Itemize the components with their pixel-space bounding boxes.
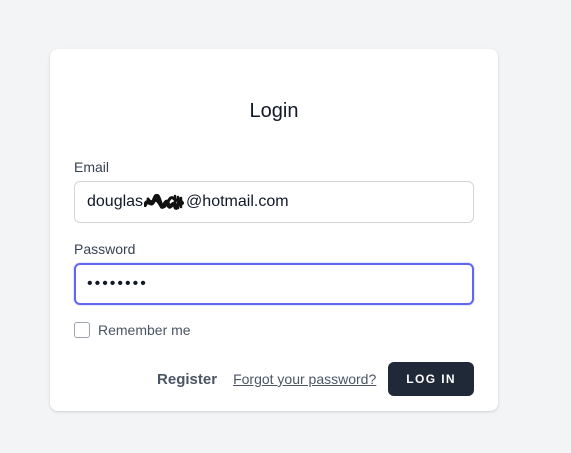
page-title: Login [249,100,299,122]
remember-me-row[interactable]: Remember me [74,322,191,338]
scribble-redaction-icon [143,193,185,210]
password-field[interactable]: •••••••• [74,263,474,305]
email-prefix: douglas [87,193,144,210]
login-button[interactable]: LOG IN [388,362,474,396]
email-value: douglas @hotmail.com [87,193,289,211]
form-actions: Register Forgot your password? LOG IN [157,362,474,396]
email-suffix: @hotmail.com [186,193,289,210]
email-label: Email [74,159,110,175]
forgot-password-link[interactable]: Forgot your password? [233,371,376,387]
remember-me-checkbox[interactable] [74,322,90,338]
password-value: •••••••• [87,275,148,292]
login-card: Login Email douglas @hotmail.com Passwor… [50,49,498,411]
remember-me-label[interactable]: Remember me [98,322,191,338]
password-label: Password [74,241,136,257]
email-field[interactable]: douglas @hotmail.com [74,181,474,223]
register-link[interactable]: Register [157,371,217,388]
